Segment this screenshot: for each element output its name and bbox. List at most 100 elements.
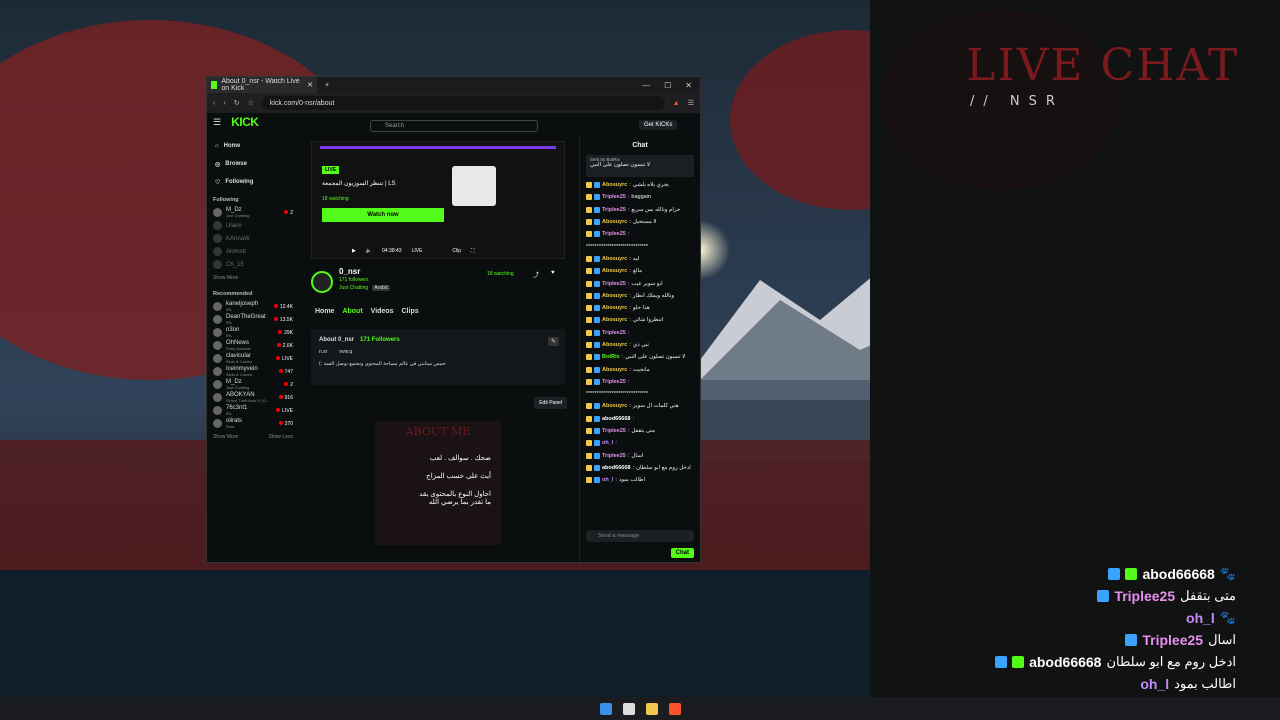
show-more-following[interactable]: Show More: [213, 275, 238, 281]
chat-username[interactable]: Abosuyrc: [602, 305, 627, 311]
chat-send-button[interactable]: Chat: [670, 548, 694, 558]
back-icon[interactable]: ‹: [213, 100, 215, 107]
badge-icon: [586, 354, 592, 361]
clip-button[interactable]: Clip: [452, 248, 461, 254]
bookmark-icon[interactable]: ☆: [248, 99, 254, 107]
chat-username[interactable]: Triplee25: [602, 231, 626, 237]
channel-category[interactable]: Just Chatting: [339, 285, 368, 291]
nav-item-following[interactable]: ♡ Following: [207, 173, 299, 191]
volume-icon[interactable]: 🔈: [366, 248, 372, 254]
sidebar-channel[interactable]: OhNews Party Animals 2.6K: [207, 339, 299, 352]
chat-username[interactable]: abod66668: [602, 465, 630, 471]
new-tab-button[interactable]: +: [325, 82, 329, 89]
shield-icon[interactable]: ▲: [673, 100, 680, 107]
chat-username[interactable]: Abosuyrc: [602, 256, 627, 262]
chat-username[interactable]: Triplee25: [602, 194, 626, 200]
chat-username[interactable]: Triplee25: [602, 428, 626, 434]
channel-tag[interactable]: Arabic: [372, 285, 391, 291]
show-more-recommended[interactable]: Show More: [213, 434, 238, 440]
channel-name[interactable]: 0_nsr: [339, 267, 360, 276]
forward-icon[interactable]: ›: [223, 100, 225, 107]
tab-clips[interactable]: Clips: [402, 308, 419, 315]
chat-username[interactable]: oh_l: [602, 440, 613, 446]
chat-message: abod66668: ادخل روم مع ابو سلطان: [580, 462, 700, 474]
chat-messages: Abosuyrc: يجري بلاه بلشي Triplee25: baggain…: [580, 179, 700, 486]
badge-icon: [586, 268, 592, 275]
chat-username[interactable]: Triplee25: [602, 379, 626, 385]
chat-message: oh_l: اطالب بمود: [580, 474, 700, 486]
chat-username[interactable]: Abosuyrc: [602, 268, 627, 274]
tab-videos[interactable]: Videos: [371, 308, 394, 315]
chat-username[interactable]: Abosuyrc: [602, 182, 627, 188]
show-less-button[interactable]: Show Less: [269, 434, 293, 440]
panel-line-4: ما تقدر بما يرضي الله: [428, 499, 491, 506]
chat-username[interactable]: Abosuyrc: [602, 403, 627, 409]
chat-username[interactable]: Abosuyrc: [602, 317, 627, 323]
sidebar-channel[interactable]: Ch_15: [207, 258, 299, 271]
chat-username[interactable]: Abosuyrc: [602, 367, 627, 373]
sidebar-channel[interactable]: Iceinmyvein Slots & Casino 747: [207, 365, 299, 378]
sidebar-channel[interactable]: 76c3nt1 IRL LIVE: [207, 404, 299, 417]
edit-panel-button[interactable]: Edit Panel: [534, 397, 567, 409]
tab-about[interactable]: About: [342, 308, 362, 315]
chat-username[interactable]: abod66668: [602, 416, 630, 422]
minimize-button[interactable]: —: [642, 81, 650, 90]
follow-icon[interactable]: ♥: [551, 270, 555, 276]
video-player[interactable]: LIVE LS | تنتظر السوزيون المجمعة 18 watc…: [311, 141, 565, 259]
tab-close-icon[interactable]: ✕: [307, 81, 313, 89]
get-kicks-button[interactable]: Get KICKs: [639, 120, 678, 130]
badge-icon: [586, 280, 592, 287]
chat-username[interactable]: Abosuyrc: [602, 342, 627, 348]
browser-tab[interactable]: About 0_nsr - Watch Live on Kick ✕: [207, 77, 317, 93]
nav-label: Following: [225, 179, 254, 185]
sidebar-channel[interactable]: clavicular Slots & Casino LIVE: [207, 352, 299, 365]
nav-item-home[interactable]: ⌂ Home: [207, 137, 299, 155]
tiktok-link[interactable]: nvw.q: [339, 349, 352, 355]
file-explorer-icon[interactable]: [646, 703, 658, 715]
chat-username[interactable]: oh_l: [602, 477, 613, 483]
reload-icon[interactable]: ↻: [234, 99, 240, 107]
brave-browser-icon[interactable]: [669, 703, 681, 715]
search-input[interactable]: Search: [370, 120, 538, 132]
chat-username[interactable]: Triplee25: [602, 207, 626, 213]
sidebar-channel[interactable]: Alomstr: [207, 245, 299, 258]
url-field[interactable]: kick.com/0-nsr/about: [261, 96, 665, 110]
menu-icon[interactable]: ☰: [688, 99, 694, 107]
maximize-button[interactable]: ☐: [664, 81, 671, 90]
calendar-icon[interactable]: [623, 703, 635, 715]
sidebar-channel[interactable]: M_Dz Just Chatting 2: [207, 378, 299, 391]
sidebar-channel[interactable]: ABOKYAN Grand Theft Auto V (G... 916: [207, 391, 299, 404]
fullscreen-icon[interactable]: ⛶: [471, 248, 475, 254]
sidebar-channel[interactable]: M_Dz Just Chatting 2: [207, 206, 299, 219]
windows-start-icon[interactable]: [600, 703, 612, 715]
hamburger-icon[interactable]: ☰: [213, 117, 221, 128]
sidebar-channel[interactable]: DeanTheGreat IRL 13.5K: [207, 313, 299, 326]
chat-input[interactable]: Send a message: [586, 530, 694, 542]
sidebar-channel[interactable]: n3on IRL 29K: [207, 326, 299, 339]
sidebar-channel[interactable]: KAnnaW: [207, 232, 299, 245]
panel-heading: ABOUT ME: [405, 425, 471, 438]
chat-username[interactable]: Triplee25: [602, 330, 626, 336]
chat-username[interactable]: Triplee25: [602, 453, 626, 459]
chat-username[interactable]: Abosuyrc: [602, 293, 627, 299]
overlay-username: abod66668: [1142, 566, 1215, 582]
chat-username[interactable]: Abosuyrc: [602, 219, 627, 225]
watch-now-button[interactable]: Watch now: [322, 208, 444, 222]
close-button[interactable]: ✕: [685, 81, 692, 90]
sidebar-channel[interactable]: olirats Rust 370: [207, 417, 299, 430]
tab-home[interactable]: Home: [315, 308, 334, 315]
sidebar-channel[interactable]: Ulaire: [207, 219, 299, 232]
share-icon[interactable]: ⤴: [533, 270, 539, 279]
badge-icon: [594, 415, 600, 422]
overlay-username: Triplee25: [1114, 588, 1176, 604]
kick-logo[interactable]: KICK: [231, 115, 259, 129]
play-icon[interactable]: ▶: [352, 248, 356, 254]
channel-avatar[interactable]: [311, 271, 333, 293]
chat-username[interactable]: Triplee25: [602, 281, 626, 287]
avatar: [213, 328, 222, 337]
edit-icon[interactable]: ✎: [547, 337, 559, 346]
chat-username[interactable]: BotRix: [602, 354, 620, 360]
nav-item-browse[interactable]: ◎ Browse: [207, 155, 299, 173]
sidebar-channel[interactable]: kaneljoseph IRL 12.4K: [207, 300, 299, 313]
discord-link[interactable]: n.sr: [319, 349, 327, 355]
